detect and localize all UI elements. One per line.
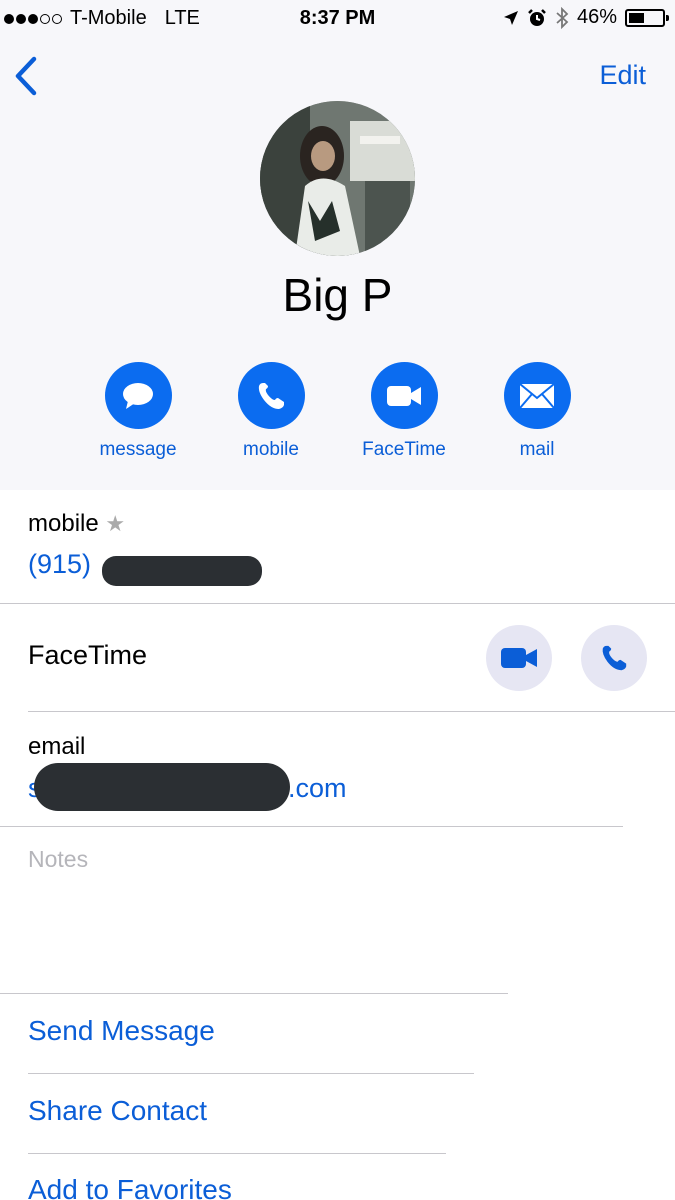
facetime-action-circle: [370, 362, 438, 429]
facetime-audio-button[interactable]: [581, 625, 647, 691]
battery-icon: [625, 8, 669, 27]
location-arrow-icon: [503, 10, 518, 25]
bluetooth-icon: [556, 6, 569, 29]
contact-name: Big P: [282, 269, 393, 321]
message-action-button[interactable]: message: [78, 362, 198, 461]
phone-label: mobile ★: [28, 510, 125, 538]
divider: [28, 1153, 446, 1154]
mobile-action-circle: [237, 362, 305, 429]
status-right: 46%: [503, 6, 669, 29]
avatar-photo: [260, 101, 415, 256]
add-to-favorites-link[interactable]: Add to Favorites: [28, 1174, 232, 1200]
alarm-clock-icon: [528, 8, 546, 26]
facetime-video-button[interactable]: [486, 625, 552, 691]
redaction-bar: [34, 763, 290, 811]
facetime-action-label: FaceTime: [362, 439, 446, 460]
battery-fill: [629, 12, 644, 23]
message-action-circle: [104, 362, 172, 429]
video-camera-icon: [501, 648, 537, 668]
contact-avatar: [260, 101, 415, 256]
envelope-icon: [519, 382, 555, 409]
back-button[interactable]: [12, 56, 44, 96]
divider: [28, 1073, 474, 1074]
mail-action-circle: [503, 362, 571, 429]
notes-field[interactable]: Notes: [28, 846, 88, 873]
redaction-bar: [102, 556, 262, 586]
mobile-action-label: mobile: [243, 439, 299, 460]
phone-number[interactable]: (915): [28, 549, 91, 580]
mail-action-button[interactable]: mail: [477, 362, 597, 461]
facetime-row-label: FaceTime: [28, 640, 148, 670]
battery-percent: 46%: [576, 6, 617, 28]
email-value-suffix[interactable]: .com: [288, 773, 347, 804]
divider: [0, 993, 508, 994]
phone-label-text: mobile: [28, 510, 99, 537]
message-action-label: message: [99, 439, 177, 460]
phone-icon: [602, 645, 627, 671]
phone-icon: [258, 382, 284, 409]
message-bubble-icon: [123, 382, 153, 409]
divider: [28, 711, 675, 712]
divider: [0, 603, 675, 604]
mail-action-label: mail: [519, 439, 555, 460]
edit-button[interactable]: Edit: [599, 60, 646, 91]
send-message-link[interactable]: Send Message: [28, 1015, 215, 1047]
mobile-action-button[interactable]: mobile: [211, 362, 331, 461]
share-contact-link[interactable]: Share Contact: [28, 1095, 207, 1127]
status-bar: T-Mobile LTE 8:37 PM 46%: [0, 0, 675, 40]
facetime-action-button[interactable]: FaceTime: [344, 362, 464, 461]
chevron-left-icon: [15, 56, 37, 96]
video-camera-icon: [387, 385, 421, 406]
divider: [0, 826, 623, 827]
email-label: email: [28, 733, 86, 760]
favorite-star-icon: ★: [105, 511, 126, 536]
